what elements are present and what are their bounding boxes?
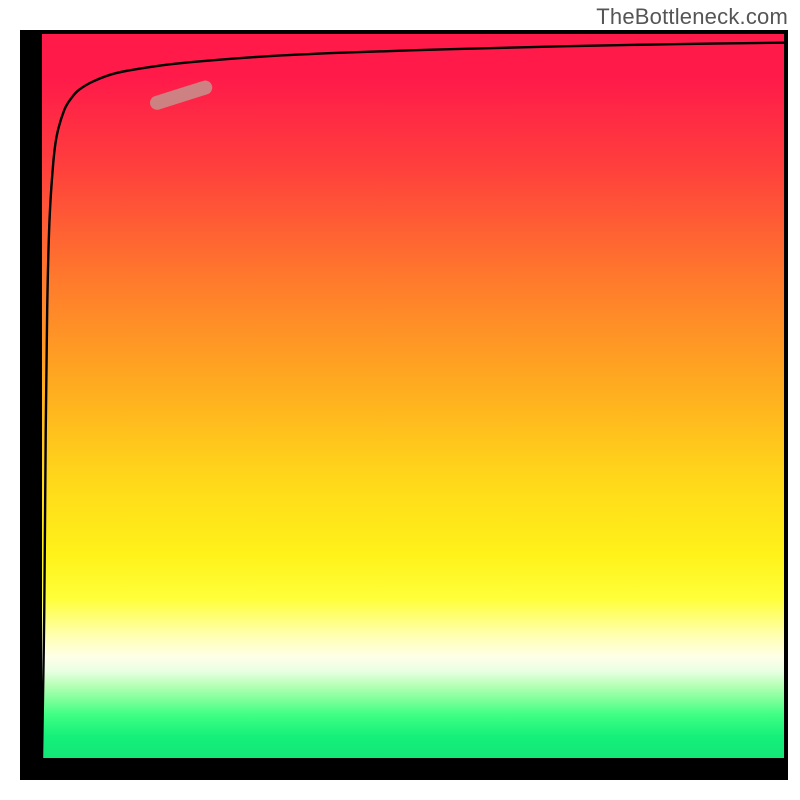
marker-pill (157, 88, 205, 103)
branding-text: TheBottleneck.com (596, 4, 788, 30)
curve-path (42, 43, 784, 758)
plot-frame (20, 30, 788, 780)
plot-area (42, 34, 784, 758)
chart-stage: TheBottleneck.com (0, 0, 800, 800)
curve-layer (42, 34, 784, 758)
